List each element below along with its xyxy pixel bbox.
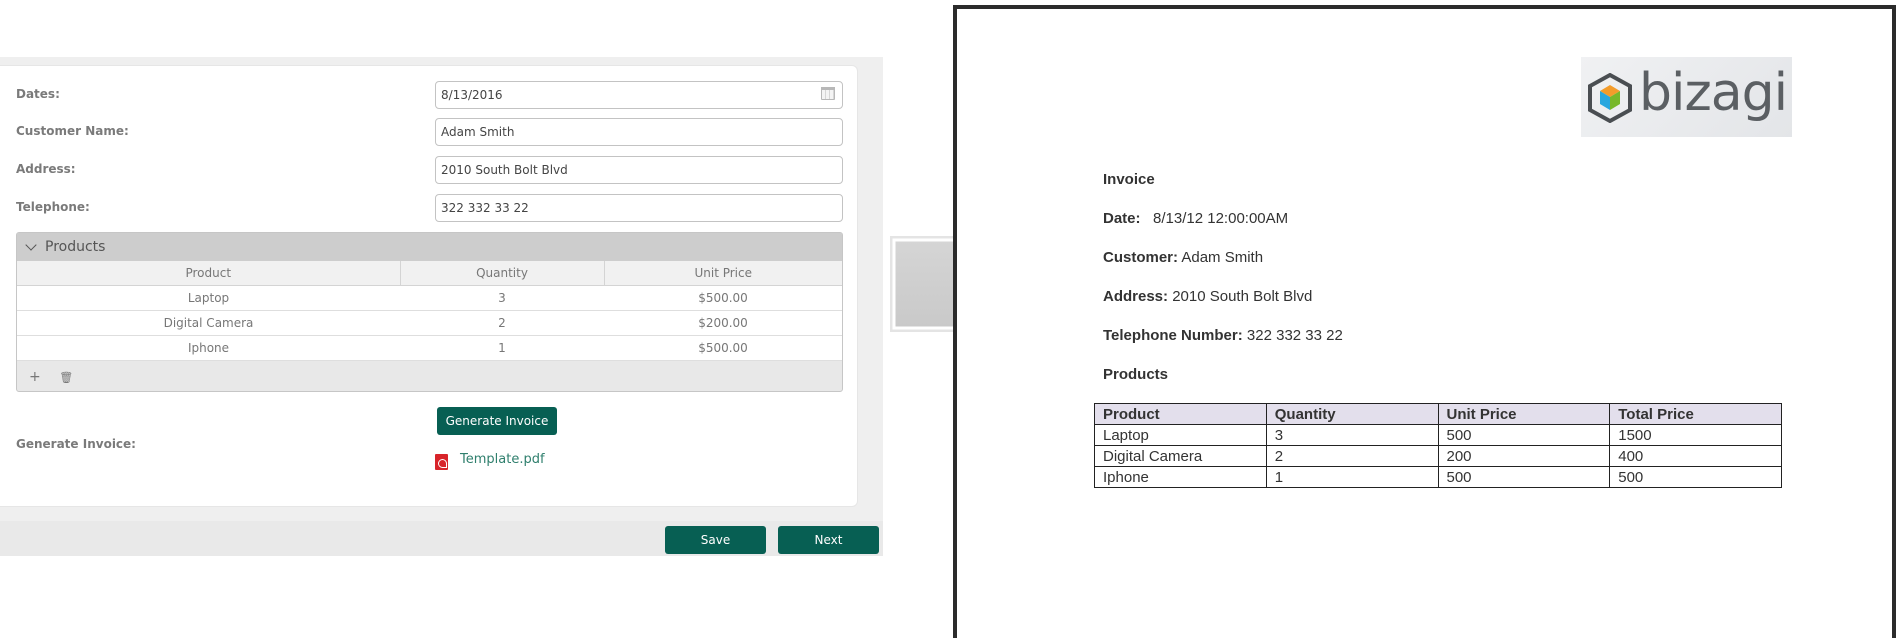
cell-unit-price[interactable]: $500.00	[604, 335, 842, 361]
address-label: Address:	[1103, 288, 1169, 305]
invoice-customer: Customer: Adam Smith	[1103, 249, 1263, 266]
invoice-column-product: Product	[1094, 403, 1267, 425]
cell-product[interactable]: Iphone	[17, 335, 400, 361]
cell-product[interactable]: Laptop	[17, 285, 400, 311]
invoice-column-unit-price: Unit Price	[1437, 403, 1611, 425]
trash-icon[interactable]: 🗑	[59, 371, 73, 384]
telephone-number-value: 322 332 33 22	[1246, 327, 1343, 344]
column-header-quantity[interactable]: Quantity	[400, 261, 605, 286]
column-header-unit-price[interactable]: Unit Price	[604, 261, 842, 286]
customer-name-label: Customer Name:	[16, 124, 129, 138]
column-header-product[interactable]: Product	[17, 261, 401, 286]
date-label: Date:	[1103, 210, 1141, 227]
invoice-date: Date: 8/13/12 12:00:00AM	[1103, 210, 1288, 227]
dates-label: Dates:	[16, 87, 60, 101]
generate-invoice-label: Generate Invoice:	[16, 437, 136, 451]
products-header[interactable]: Products	[17, 233, 842, 261]
address-value: 2010 South Bolt Blvd	[1172, 288, 1313, 305]
bizagi-logo-text: bizagi	[1639, 63, 1788, 123]
bizagi-hexagon-icon	[1588, 73, 1632, 123]
chevron-down-icon[interactable]	[25, 239, 37, 251]
invoice-column-total-price: Total Price	[1609, 403, 1782, 425]
invoice-cell: 2	[1265, 445, 1439, 467]
invoice-telephone: Telephone Number: 322 332 33 22	[1103, 327, 1343, 344]
invoice-cell: Iphone	[1094, 466, 1267, 488]
invoice-cell: 1500	[1609, 424, 1782, 446]
invoice-cell: 500	[1437, 466, 1611, 488]
table-row: Digital Camera 2 200 400	[1094, 445, 1782, 467]
customer-label: Customer:	[1103, 249, 1179, 266]
address-label: Address:	[16, 162, 76, 176]
invoice-cell: 3	[1265, 424, 1439, 446]
template-pdf-link[interactable]: Template.pdf	[460, 452, 545, 467]
save-button[interactable]: Save	[665, 526, 766, 554]
add-row-icon[interactable]: +	[29, 369, 41, 385]
customer-value: Adam Smith	[1181, 249, 1264, 266]
pdf-icon	[435, 454, 448, 470]
table-row[interactable]: Digital Camera 2 $200.00	[17, 310, 842, 336]
invoice-cell: 500	[1437, 424, 1611, 446]
invoice-products-table: Product Quantity Unit Price Total Price …	[1094, 403, 1782, 488]
invoice-column-quantity: Quantity	[1265, 403, 1439, 425]
table-row: Laptop 3 500 1500	[1094, 424, 1782, 446]
table-row[interactable]: Laptop 3 $500.00	[17, 285, 842, 311]
bizagi-logo: bizagi	[1581, 57, 1792, 137]
cell-unit-price[interactable]: $500.00	[604, 285, 842, 311]
products-title: Products	[45, 239, 106, 255]
telephone-number-label: Telephone Number:	[1103, 327, 1243, 344]
cell-quantity[interactable]: 1	[400, 335, 604, 361]
cell-product[interactable]: Digital Camera	[17, 310, 400, 336]
next-button[interactable]: Next	[778, 526, 879, 554]
invoice-cell: 400	[1609, 445, 1782, 467]
invoice-title: Invoice	[1103, 171, 1155, 188]
calendar-icon[interactable]	[821, 87, 835, 100]
cell-unit-price[interactable]: $200.00	[604, 310, 842, 336]
cell-quantity[interactable]: 2	[400, 310, 604, 336]
invoice-cell: Laptop	[1094, 424, 1267, 446]
invoice-cell: 500	[1609, 466, 1782, 488]
invoice-cell: Digital Camera	[1094, 445, 1267, 467]
invoice-address: Address: 2010 South Bolt Blvd	[1103, 288, 1312, 305]
telephone-field[interactable]: 322 332 33 22	[435, 194, 843, 222]
table-row[interactable]: Iphone 1 $500.00	[17, 335, 842, 361]
generate-invoice-button[interactable]: Generate Invoice	[437, 407, 557, 435]
dates-field[interactable]: 8/13/2016	[435, 81, 843, 109]
products-panel: Products Product Quantity Unit Price Lap…	[16, 232, 843, 392]
address-field[interactable]: 2010 South Bolt Blvd	[435, 156, 843, 184]
table-row: Iphone 1 500 500	[1094, 466, 1782, 488]
invoice-cell: 1	[1265, 466, 1439, 488]
invoice-products-heading: Products	[1103, 366, 1169, 383]
invoice-cell: 200	[1437, 445, 1611, 467]
products-grid: Product Quantity Unit Price Laptop 3 $50…	[17, 261, 842, 361]
cell-quantity[interactable]: 3	[400, 285, 604, 311]
date-value: 8/13/12 12:00:00AM	[1153, 210, 1289, 227]
customer-name-field[interactable]: Adam Smith	[435, 118, 843, 146]
grid-toolbar: + 🗑	[29, 369, 87, 385]
telephone-label: Telephone:	[16, 200, 90, 214]
